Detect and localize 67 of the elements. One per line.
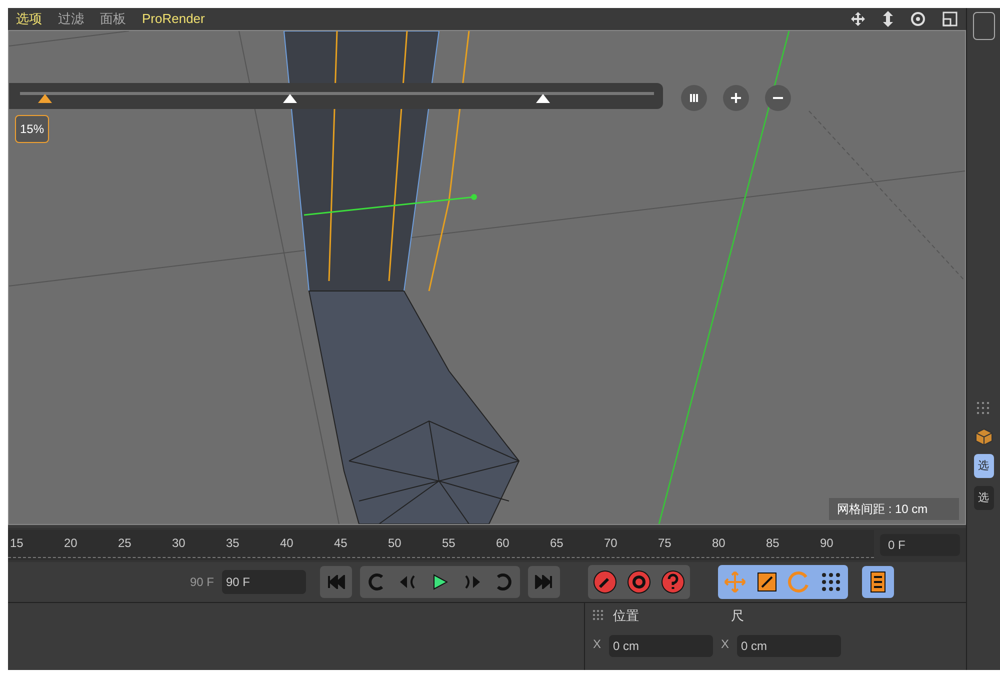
frame-number: 35 xyxy=(225,535,240,552)
scale-icon xyxy=(757,572,777,592)
axis-label: X xyxy=(592,636,602,653)
zoom-out-button[interactable] xyxy=(765,85,791,111)
frame-number: 70 xyxy=(603,535,618,552)
zoom-in-button[interactable] xyxy=(723,85,749,111)
frame-number: 75 xyxy=(657,535,672,552)
frame-number: 15 xyxy=(9,535,24,552)
move-icon[interactable] xyxy=(850,11,866,27)
first-frame-button[interactable] xyxy=(320,566,352,598)
size-header: 尺 xyxy=(731,607,744,626)
side-panel-tab[interactable] xyxy=(972,12,994,40)
question-icon xyxy=(661,570,685,594)
skip-start-icon xyxy=(327,575,345,589)
slider-thumb[interactable] xyxy=(38,94,52,103)
frame-number: 80 xyxy=(711,535,726,552)
skip-end-icon xyxy=(535,575,553,589)
end-frame-label: 90 F xyxy=(188,574,214,591)
grid-spacing-label: 网格间距 : 10 cm xyxy=(829,498,959,520)
frame-number: 60 xyxy=(495,535,510,552)
frame-number: 20 xyxy=(63,535,78,552)
bars-icon xyxy=(689,93,699,103)
move-icon xyxy=(724,571,746,593)
frame-number: 40 xyxy=(279,535,294,552)
timeline-ruler[interactable]: 15 20 25 30 35 40 45 50 55 60 65 70 75 80 85 90 xyxy=(8,530,874,560)
current-frame-field[interactable]: 0 F xyxy=(880,534,960,556)
cycle-icon xyxy=(627,570,651,594)
step-forward-icon xyxy=(463,575,481,589)
play-icon xyxy=(432,574,448,590)
frame-number: 55 xyxy=(441,535,456,552)
menu-item[interactable]: 过滤 xyxy=(58,9,84,29)
frame-number: 45 xyxy=(333,535,348,552)
viewport[interactable]: 15% 网格间距 : 10 cm xyxy=(8,30,966,525)
slider-marker[interactable] xyxy=(283,94,297,103)
rotate-icon[interactable] xyxy=(910,11,926,27)
axis-label: X xyxy=(720,636,730,653)
last-frame-button[interactable] xyxy=(528,566,560,598)
plus-icon xyxy=(731,93,741,103)
film-button[interactable] xyxy=(862,566,894,598)
frame-number: 25 xyxy=(117,535,132,552)
frame-number: 90 xyxy=(819,535,834,552)
step-back-icon xyxy=(399,575,417,589)
side-tab[interactable]: 选 xyxy=(974,486,994,510)
slider-value: 15% xyxy=(15,115,50,143)
vertical-arrows-icon[interactable] xyxy=(882,11,894,27)
film-icon xyxy=(870,571,886,593)
pause-button[interactable] xyxy=(681,85,707,111)
frame-number: 85 xyxy=(765,535,780,552)
grip-icon[interactable] xyxy=(593,610,605,622)
menu-item[interactable]: ProRender xyxy=(142,9,205,29)
menu-item[interactable]: 选项 xyxy=(16,9,42,29)
rotate-icon xyxy=(788,571,810,593)
slider-marker[interactable] xyxy=(536,94,550,103)
frame-number: 50 xyxy=(387,535,402,552)
position-header: 位置 xyxy=(613,607,640,626)
frame-number: 65 xyxy=(549,535,564,552)
grip-icon[interactable] xyxy=(976,402,990,416)
coordinate-field[interactable]: 0 cm xyxy=(609,635,714,657)
window-icon[interactable] xyxy=(942,11,958,27)
dots-icon xyxy=(821,572,841,592)
frame-number: 30 xyxy=(171,535,186,552)
menu-item[interactable]: 面板 xyxy=(100,9,126,29)
end-frame-field[interactable]: 90 F xyxy=(222,570,306,594)
side-tab[interactable]: 选 xyxy=(974,454,994,478)
coordinate-field[interactable]: 0 cm xyxy=(737,635,842,657)
cube-icon[interactable] xyxy=(974,428,992,446)
key-icon xyxy=(593,570,617,594)
